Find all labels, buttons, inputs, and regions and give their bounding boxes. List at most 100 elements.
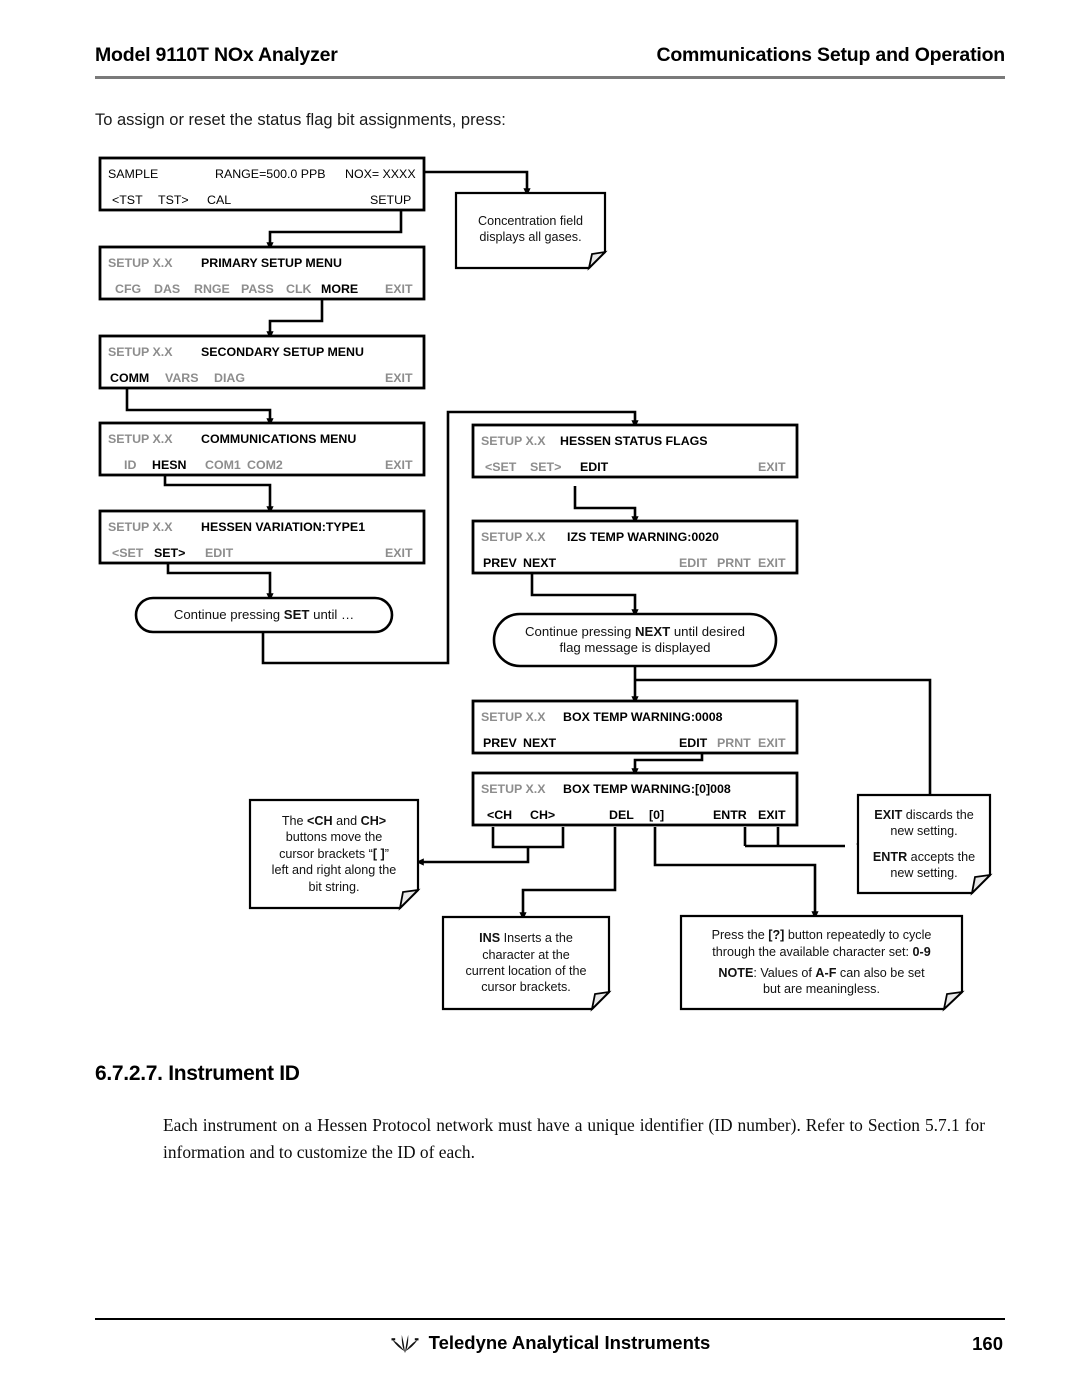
panel-box-edit-btn-entr[interactable]: ENTR — [713, 809, 747, 822]
panel-box-edit-btn-ch-prev[interactable]: <CH — [487, 809, 512, 822]
bubble-next-bold: NEXT — [635, 623, 671, 639]
panel-box-prefix: SETUP X.X — [481, 710, 546, 724]
panel-sample-btn-cal[interactable]: CAL — [207, 194, 231, 207]
panel-primary-btn-more[interactable]: MORE — [321, 283, 358, 296]
panel-comm-title: COMMUNICATIONS MENU — [201, 432, 357, 446]
note-ch-seg2: <CH — [307, 814, 333, 829]
note-exit-bold: EXIT — [874, 807, 903, 822]
display-panel-sample: SAMPLE RANGE=500.0 PPB NOX= XXXX <TST TS… — [98, 156, 426, 212]
panel-comm-btn-exit[interactable]: EXIT — [385, 459, 413, 472]
panel-comm-btn-hesn[interactable]: HESN — [152, 459, 186, 472]
panel-box-edit-btn-del[interactable]: DEL — [609, 809, 634, 822]
note-ins-line4: cursor brackets. — [481, 980, 571, 995]
display-panel-communications-menu: SETUP X.X COMMUNICATIONS MENU ID HESN CO… — [98, 421, 426, 477]
note-charset-l2-pre: through the available character set: — [712, 944, 913, 959]
note-ch-seg4: CH> — [360, 814, 387, 829]
panel-primary-btn-exit[interactable]: EXIT — [385, 283, 413, 296]
panel-secondary-btn-exit[interactable]: EXIT — [385, 372, 413, 385]
note-charset-l3-bold: NOTE — [718, 966, 754, 980]
panel-secondary-btn-comm[interactable]: COMM — [110, 372, 149, 385]
panel-variation-btn-exit[interactable]: EXIT — [385, 547, 413, 560]
panel-sample-btn-tst-next[interactable]: TST> — [158, 194, 189, 207]
bubble-set-post: until … — [309, 606, 355, 622]
note-charset-l1-pre: Press the — [711, 928, 769, 943]
panel-variation-title: HESSEN VARIATION:TYPE1 — [201, 520, 366, 534]
panel-primary-btn-rnge[interactable]: RNGE — [194, 283, 230, 296]
display-panel-izs-temp-warning: SETUP X.X IZS TEMP WARNING:0020 PREV NEX… — [471, 519, 799, 575]
panel-secondary-btn-diag[interactable]: DIAG — [214, 372, 245, 385]
panel-izs-btn-edit[interactable]: EDIT — [679, 557, 707, 570]
note-charset-l1-bold: [?] — [768, 928, 785, 943]
note-ch-seg7: [ ] — [372, 846, 385, 861]
panel-comm-prefix: SETUP X.X — [108, 432, 173, 446]
display-panel-hessen-variation: SETUP X.X HESSEN VARIATION:TYPE1 <SET SE… — [98, 509, 426, 565]
panel-sample-btn-tst-prev[interactable]: <TST — [112, 194, 143, 207]
panel-izs-btn-next[interactable]: NEXT — [523, 557, 556, 570]
panel-variation-btn-set-next[interactable]: SET> — [154, 547, 185, 560]
display-panel-box-temp-warning: SETUP X.X BOX TEMP WARNING:0008 PREV NEX… — [471, 699, 799, 755]
panel-status-flags-btn-set-next[interactable]: SET> — [530, 461, 561, 474]
panel-izs-btn-prev[interactable]: PREV — [483, 557, 517, 570]
panel-box-title: BOX TEMP WARNING:0008 — [563, 710, 723, 724]
section-paragraph: Each instrument on a Hessen Protocol net… — [163, 1115, 985, 1162]
panel-primary-btn-cfg[interactable]: CFG — [115, 283, 141, 296]
panel-primary-btn-pass[interactable]: PASS — [241, 283, 274, 296]
panel-status-flags-btn-exit[interactable]: EXIT — [758, 461, 786, 474]
panel-status-flags-title: HESSEN STATUS FLAGS — [560, 434, 708, 448]
note-ch-buttons: The <CH and CH> buttons move the cursor … — [248, 798, 421, 911]
note-exit-line2: new setting. — [890, 824, 958, 839]
panel-primary-btn-clk[interactable]: CLK — [286, 283, 311, 296]
panel-status-flags-btn-edit[interactable]: EDIT — [580, 461, 608, 474]
note-ins-bold: INS — [479, 931, 501, 946]
panel-comm-btn-id[interactable]: ID — [124, 459, 136, 472]
note-ins-line1: Inserts a the — [500, 931, 573, 946]
panel-primary-btn-das[interactable]: DAS — [154, 283, 180, 296]
footer-page-number: 160 — [972, 1333, 1003, 1354]
panel-box-btn-next[interactable]: NEXT — [523, 737, 556, 750]
note-ch-seg1: The — [281, 814, 308, 829]
bubble-next-post: until desired — [670, 623, 745, 639]
panel-izs-btn-exit[interactable]: EXIT — [758, 557, 786, 570]
bubble-next-line2: flag message is displayed — [559, 640, 711, 655]
panel-box-btn-prev[interactable]: PREV — [483, 737, 517, 750]
panel-sample-range: RANGE=500.0 PPB — [215, 167, 326, 181]
panel-box-btn-exit[interactable]: EXIT — [758, 737, 786, 750]
bubble-continue-pressing-next: Continue pressing NEXT until desired fla… — [492, 612, 778, 668]
panel-sample-btn-setup[interactable]: SETUP — [370, 194, 411, 207]
panel-box-edit-btn-char[interactable]: [0] — [649, 809, 664, 822]
note-ch-seg9: left and right along the — [271, 863, 397, 878]
panel-primary-prefix: SETUP X.X — [108, 256, 173, 270]
panel-izs-prefix: SETUP X.X — [481, 530, 546, 544]
bubble-set-pre: Continue pressing — [173, 606, 284, 622]
panel-secondary-btn-vars[interactable]: VARS — [165, 372, 199, 385]
teledyne-logo-icon — [391, 1335, 419, 1353]
note-entr-bold: ENTR — [872, 849, 908, 864]
footer-divider — [95, 1318, 1005, 1320]
note-concentration-line2: displays all gases. — [479, 230, 582, 244]
panel-variation-btn-edit[interactable]: EDIT — [205, 547, 233, 560]
note-charset-l4: but are meaningless. — [763, 982, 880, 997]
panel-status-flags-btn-set-prev[interactable]: <SET — [485, 461, 516, 474]
note-ch-seg3: and — [332, 814, 361, 829]
panel-box-edit-btn-ch-next[interactable]: CH> — [530, 809, 555, 822]
panel-comm-btn-com1[interactable]: COM1 — [205, 459, 241, 472]
note-charset-l2-bold: 0-9 — [912, 944, 931, 959]
note-entr-text: accepts the — [907, 849, 976, 864]
note-charset-l1-post: button repeatedly to cycle — [784, 928, 932, 943]
display-panel-primary-setup: SETUP X.X PRIMARY SETUP MENU CFG DAS RNG… — [98, 245, 426, 301]
panel-box-btn-edit[interactable]: EDIT — [679, 737, 707, 750]
display-panel-box-temp-warning-edit: SETUP X.X BOX TEMP WARNING:[0]008 <CH CH… — [471, 771, 799, 827]
note-exit-text: discards the — [902, 807, 974, 822]
panel-box-btn-prnt[interactable]: PRNT — [717, 737, 751, 750]
panel-box-edit-title: BOX TEMP WARNING:[0]008 — [563, 782, 731, 796]
panel-comm-btn-com2[interactable]: COM2 — [247, 459, 283, 472]
panel-izs-btn-prnt[interactable]: PRNT — [717, 557, 751, 570]
panel-variation-btn-set-prev[interactable]: <SET — [112, 547, 143, 560]
note-ch-seg10: bit string. — [308, 879, 360, 894]
hessen-status-flag-flowchart: SAMPLE RANGE=500.0 PPB NOX= XXXX <TST TS… — [98, 156, 993, 1012]
panel-box-edit-btn-exit[interactable]: EXIT — [758, 809, 786, 822]
bubble-set-bold: SET — [283, 606, 310, 622]
display-panel-secondary-setup: SETUP X.X SECONDARY SETUP MENU COMM VARS… — [98, 334, 426, 390]
note-entr-line2: new setting. — [890, 865, 958, 880]
footer-company-name: Teledyne Analytical Instruments — [428, 1332, 711, 1353]
